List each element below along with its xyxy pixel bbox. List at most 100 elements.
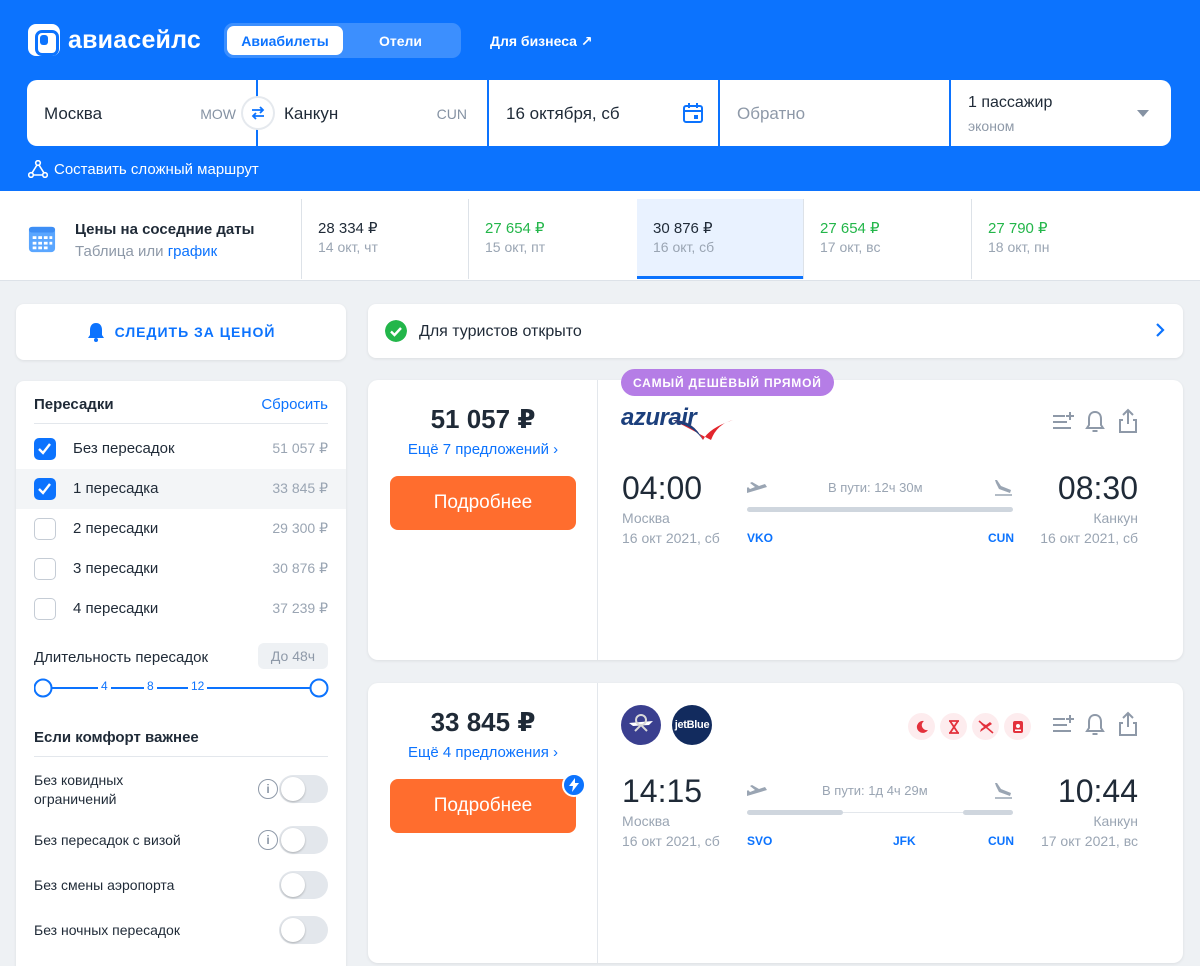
stop-filter-row[interactable]: 2 пересадки 29 300 ₽	[16, 509, 346, 549]
tab-flights[interactable]: Авиабилеты	[227, 26, 343, 55]
stop-filter-price: 29 300 ₽	[272, 520, 328, 536]
notice-text: Для туристов открыто	[419, 323, 582, 340]
departure-date: 16 октября, сб	[506, 104, 620, 123]
calendar-icon	[683, 103, 703, 123]
bell-outline-icon[interactable]	[1085, 410, 1105, 434]
ticket-price-panel: 33 845 ₽ Ещё 4 предложения › Подробнее	[368, 683, 598, 963]
chart-link[interactable]: график	[168, 243, 217, 260]
route-icon	[28, 160, 48, 178]
toggle-switch[interactable]	[279, 775, 328, 803]
complex-route-label: Составить сложный маршрут	[54, 160, 259, 178]
stop-filter-label: 1 пересадка	[73, 480, 159, 497]
overnight-transfer-icon[interactable]	[908, 713, 935, 740]
comfort-toggle-row: Без пересадок с визой i	[34, 822, 328, 858]
airline-logo-azur: azurair	[621, 404, 741, 444]
duration-slider[interactable]: 4 8 12	[33, 676, 330, 700]
destination-city: Канкун	[284, 104, 339, 123]
stop-filter-price: 51 057 ₽	[272, 440, 328, 456]
bell-icon	[87, 323, 104, 342]
ticket-price: 33 845 ₽	[430, 707, 536, 737]
comfort-toggle-row: Без ночных пересадок	[34, 912, 328, 948]
complex-route-link[interactable]: Составить сложный маршрут	[28, 160, 259, 178]
date-cell-price: 30 876 ₽	[653, 220, 713, 237]
slider-tick: 4	[98, 679, 111, 693]
departure-date: 16 окт 2021, сб	[622, 833, 720, 849]
tourist-notice[interactable]: Для туристов открыто	[368, 304, 1183, 358]
departure-date-field[interactable]: 16 октября, сб	[489, 80, 718, 146]
swap-button[interactable]	[243, 98, 273, 128]
route-bar-segment	[747, 810, 843, 815]
more-offers-link[interactable]: Ещё 4 предложения ›	[368, 744, 598, 761]
passengers-field[interactable]: 1 пассажир эконом	[951, 80, 1171, 146]
airport-code[interactable]: SVO	[747, 834, 772, 848]
date-cell-price: 27 790 ₽	[988, 220, 1048, 237]
departure-time: 14:15	[622, 773, 703, 809]
info-icon[interactable]: i	[258, 830, 278, 850]
arrival-date: 17 окт 2021, вс	[1040, 833, 1138, 849]
tab-hotels[interactable]: Отели	[343, 26, 458, 55]
cheapest-direct-badge: САМЫЙ ДЕШЁВЫЙ ПРЯМОЙ	[621, 369, 834, 396]
product-tabs: Авиабилеты Отели	[224, 23, 461, 58]
stop-filter-row[interactable]: 1 пересадка 33 845 ₽	[16, 469, 346, 509]
date-cell-price: 28 334 ₽	[318, 220, 378, 237]
toggle-switch[interactable]	[279, 916, 328, 944]
logo[interactable]: авиасейлс	[28, 24, 201, 56]
airport-code[interactable]: VKO	[747, 531, 773, 545]
info-icon[interactable]: i	[258, 779, 278, 799]
stop-filter-row[interactable]: Без пересадок 51 057 ₽	[16, 429, 346, 469]
more-offers-link[interactable]: Ещё 7 предложений ›	[368, 441, 598, 458]
toggle-switch[interactable]	[279, 871, 328, 899]
reset-link[interactable]: Сбросить	[261, 396, 328, 413]
date-cell[interactable]: 28 334 ₽ 14 окт, чт	[301, 199, 467, 279]
business-link[interactable]: Для бизнеса ↗	[490, 33, 593, 50]
check-icon	[38, 483, 51, 495]
share-icon[interactable]	[1117, 711, 1139, 737]
header: авиасейлс Авиабилеты Отели Для бизнеса ↗…	[0, 0, 1200, 191]
filters-panel: Пересадки Сбросить Без пересадок 51 057 …	[16, 381, 346, 966]
baggage-recheck-icon[interactable]	[972, 713, 999, 740]
comfort-title: Если комфорт важнее	[34, 729, 199, 746]
stop-filter-row[interactable]: 3 пересадки 30 876 ₽	[16, 549, 346, 589]
flight-duration: В пути: 1д 4ч 29м	[822, 783, 928, 798]
checkbox-checked[interactable]	[34, 478, 56, 500]
visa-required-icon[interactable]	[1004, 713, 1031, 740]
checkbox[interactable]	[34, 518, 56, 540]
filter-list-icon[interactable]	[1051, 713, 1077, 737]
return-placeholder: Обратно	[737, 104, 806, 123]
details-button[interactable]: Подробнее	[390, 779, 576, 833]
landing-icon	[995, 480, 1012, 496]
check-circle-icon	[385, 320, 407, 342]
date-cell[interactable]: 27 654 ₽ 17 окт, вс	[803, 199, 969, 279]
long-transfer-icon[interactable]	[940, 713, 967, 740]
airport-code[interactable]: JFK	[893, 834, 916, 848]
airport-code[interactable]: CUN	[988, 531, 1014, 545]
details-button[interactable]: Подробнее	[390, 476, 576, 530]
takeoff-icon	[747, 785, 767, 796]
date-cell-selected[interactable]: 30 876 ₽ 16 окт, сб	[637, 199, 803, 279]
origin-field[interactable]: Москва MOW	[27, 80, 256, 146]
origin-city: Москва	[44, 104, 103, 123]
bell-outline-icon[interactable]	[1085, 713, 1105, 737]
chevron-right-icon	[1156, 323, 1165, 337]
comfort-toggle-row: Без ковидных ограничений i	[34, 771, 328, 807]
watch-price-button[interactable]: СЛЕДИТЬ ЗА ЦЕНОЙ	[16, 304, 346, 360]
checkbox[interactable]	[34, 598, 56, 620]
airport-code[interactable]: CUN	[988, 834, 1014, 848]
filter-list-icon[interactable]	[1051, 410, 1077, 434]
toggle-switch[interactable]	[279, 826, 328, 854]
destination-field[interactable]: Канкун CUN	[258, 80, 487, 146]
layover-gap	[843, 812, 963, 813]
stop-filter-row[interactable]: 4 пересадки 37 239 ₽	[16, 589, 346, 629]
checkbox[interactable]	[34, 558, 56, 580]
date-cell[interactable]: 27 654 ₽ 15 окт, пт	[468, 199, 634, 279]
toggle-label: Без ковидных ограничений	[34, 772, 124, 807]
date-cell[interactable]: 27 790 ₽ 18 окт, пн	[971, 199, 1137, 279]
stop-filter-price: 33 845 ₽	[272, 480, 328, 496]
table-label[interactable]: Таблица	[75, 243, 134, 260]
lightning-icon	[562, 773, 586, 797]
return-date-field[interactable]: Обратно	[720, 80, 949, 146]
share-icon[interactable]	[1117, 408, 1139, 434]
aeroflot-logo-icon	[621, 705, 661, 745]
checkbox-checked[interactable]	[34, 438, 56, 460]
logo-icon	[28, 24, 60, 56]
